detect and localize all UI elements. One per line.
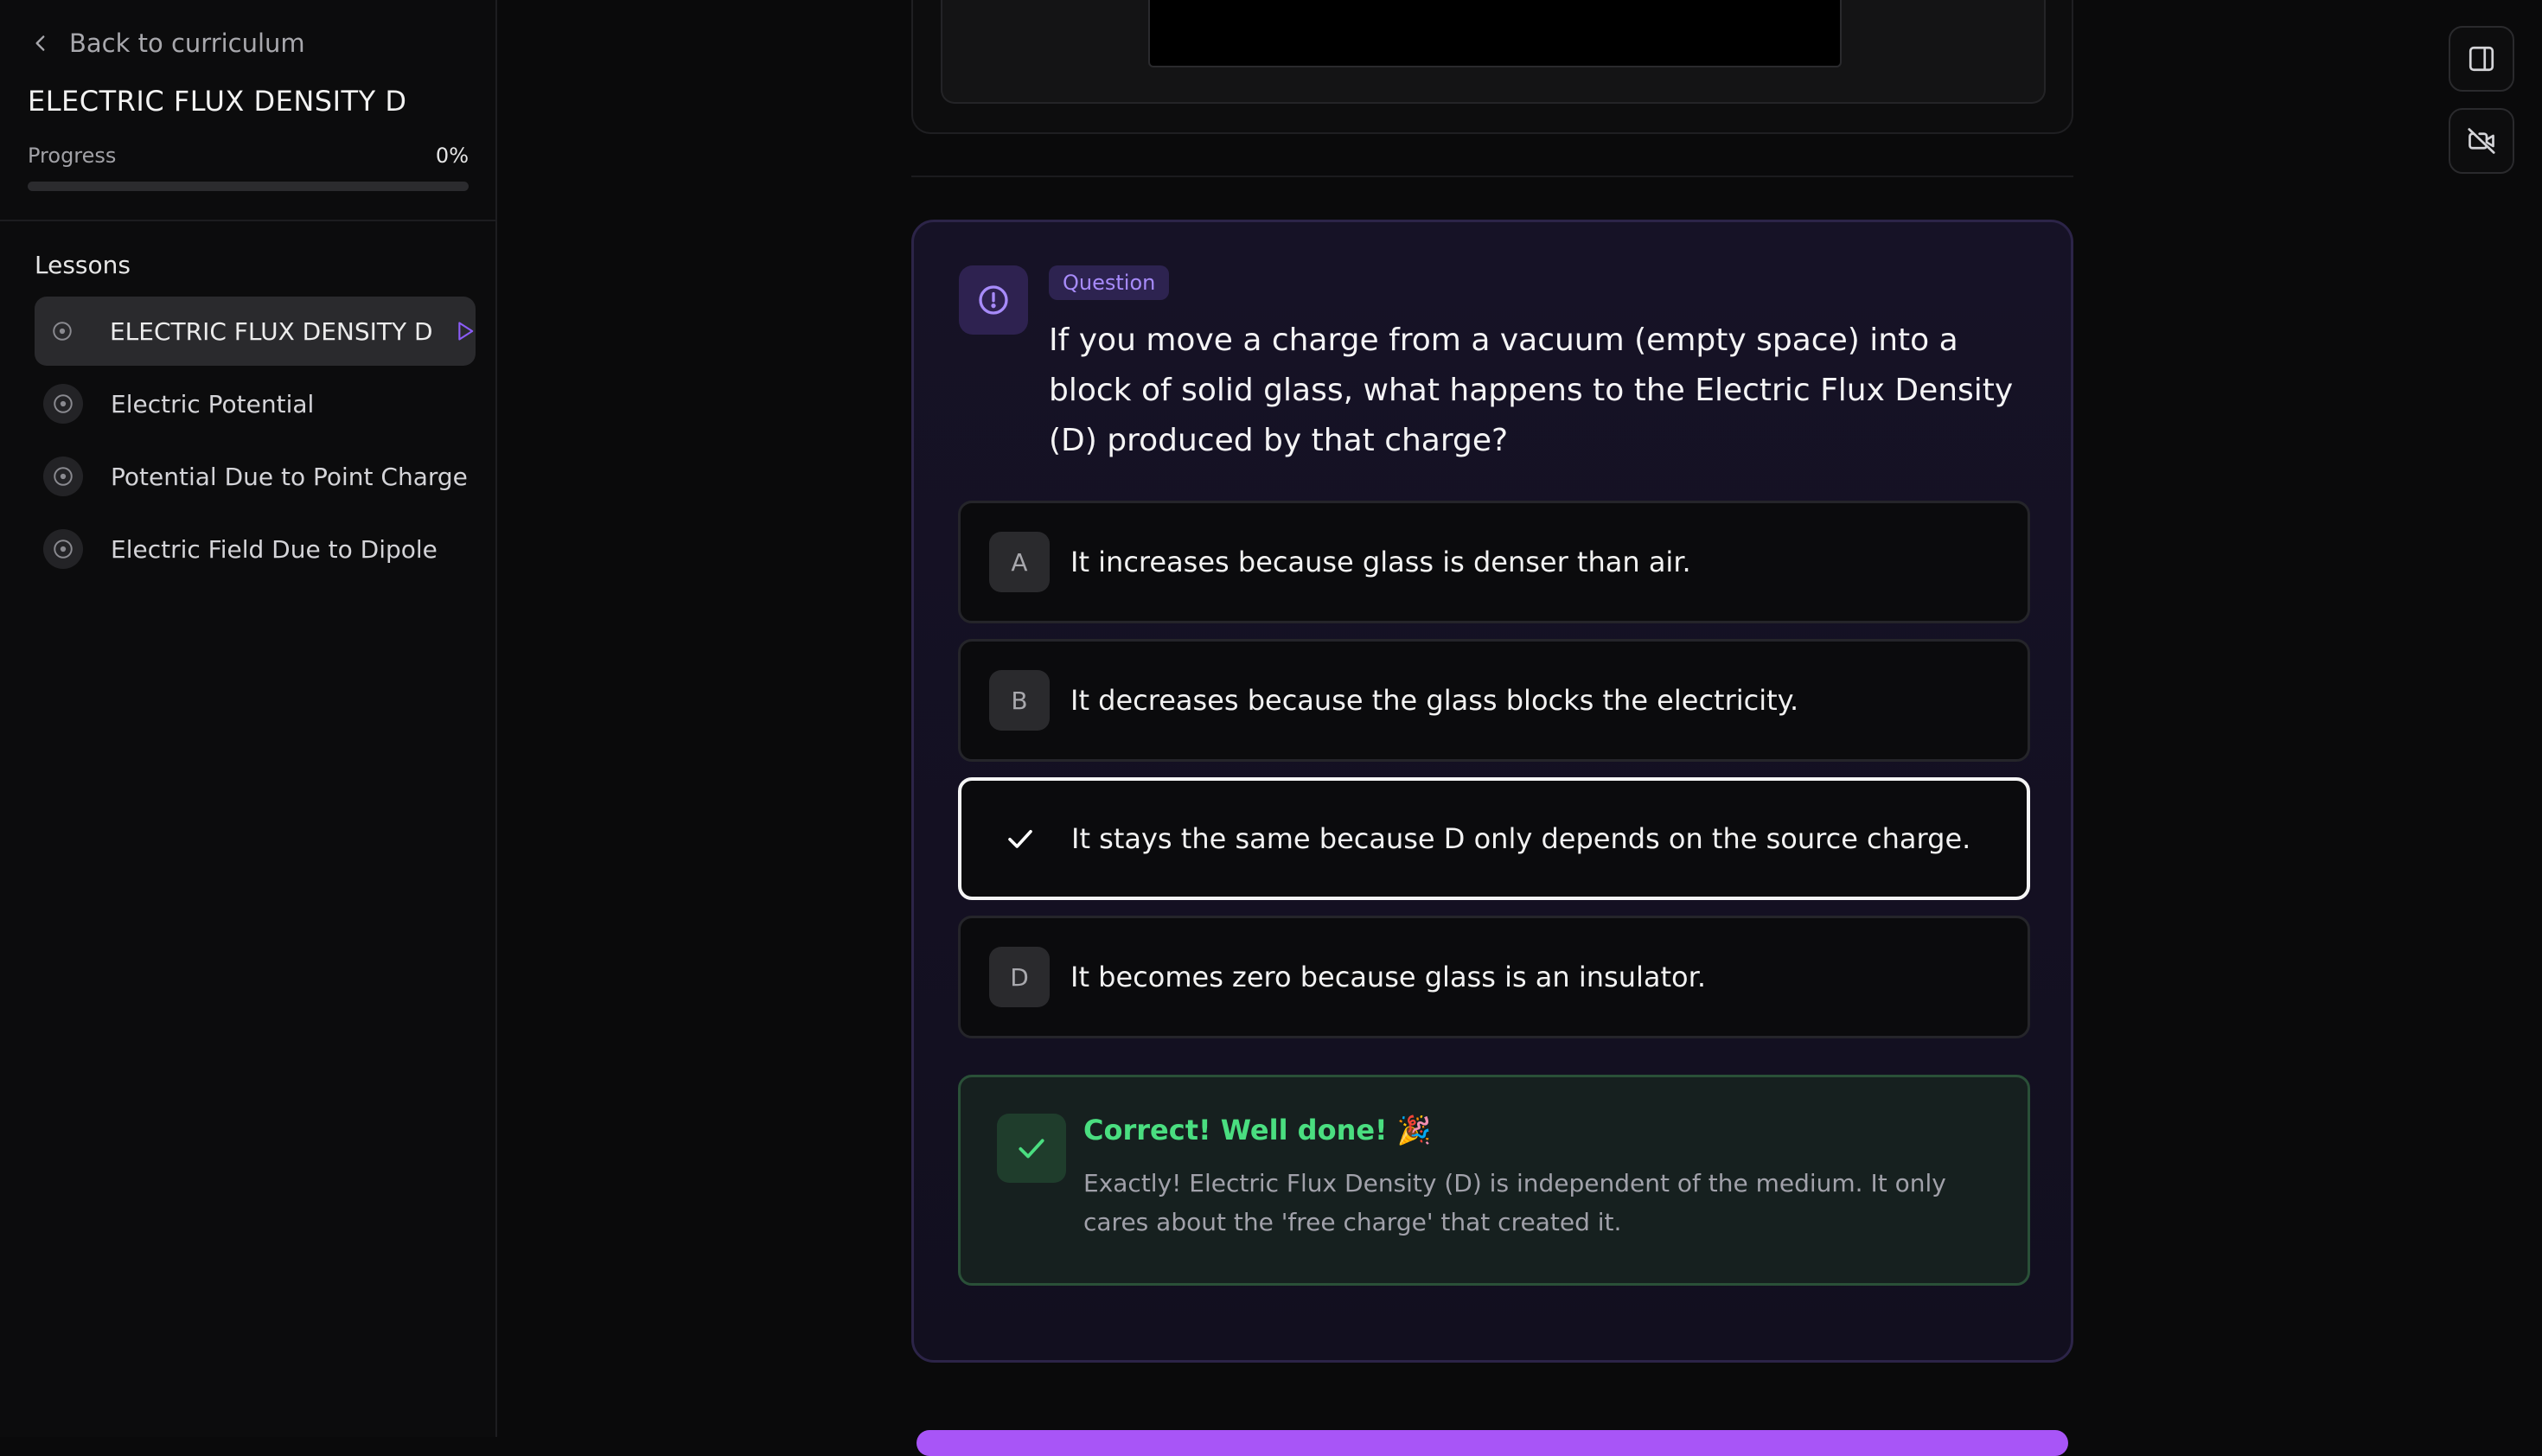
video-player[interactable] xyxy=(1148,0,1842,67)
field-lines-illustration xyxy=(1150,0,1842,67)
lesson-item-electric-field-due-to-dipole[interactable]: Electric Field Due to Dipole xyxy=(35,514,476,584)
lesson-label: ELECTRIC FLUX DENSITY D xyxy=(109,316,433,346)
lesson-item-electric-flux-density-d[interactable]: ELECTRIC FLUX DENSITY D xyxy=(35,297,476,366)
section-divider xyxy=(911,176,2073,177)
option-text: It increases because glass is denser tha… xyxy=(1070,546,1691,578)
answer-option-c[interactable]: It stays the same because D only depends… xyxy=(958,777,2030,900)
play-triangle-icon xyxy=(457,322,473,341)
sidebar: Back to curriculum ELECTRIC FLUX DENSITY… xyxy=(0,0,497,1437)
question-text: If you move a charge from a vacuum (empt… xyxy=(1049,322,2014,458)
video-frame xyxy=(941,0,2046,104)
progress-value: 0% xyxy=(435,144,469,168)
option-letter: B xyxy=(989,670,1050,731)
answer-option-a[interactable]: A It increases because glass is denser t… xyxy=(958,501,2030,623)
feedback-panel: Correct! Well done! 🎉 Exactly! Electric … xyxy=(958,1075,2030,1286)
check-icon xyxy=(990,808,1051,869)
target-circle-icon xyxy=(43,457,83,496)
toggle-panel-button[interactable] xyxy=(2449,26,2514,92)
question-card: Question If you move a charge from a vac… xyxy=(911,220,2073,1363)
lesson-label: Electric Potential xyxy=(111,389,315,418)
feedback-title: Correct! Well done! 🎉 xyxy=(1083,1114,1432,1146)
lessons-heading: Lessons xyxy=(35,251,131,279)
lesson-list: ELECTRIC FLUX DENSITY D Electric Potenti… xyxy=(35,297,476,587)
camera-toggle-button[interactable] xyxy=(2449,108,2514,174)
question-badge: Question xyxy=(1049,265,1170,300)
target-circle-icon xyxy=(43,384,83,424)
chevron-left-icon xyxy=(35,35,45,51)
course-title: ELECTRIC FLUX DENSITY D xyxy=(28,85,407,118)
option-text: It becomes zero because glass is an insu… xyxy=(1070,961,1706,993)
feedback-body: Exactly! Electric Flux Density (D) is in… xyxy=(1083,1169,1946,1236)
alert-circle-icon xyxy=(959,265,1028,335)
video-card xyxy=(911,0,2073,134)
check-icon xyxy=(997,1114,1066,1183)
back-to-curriculum-link[interactable]: Back to curriculum xyxy=(29,26,305,61)
option-letter: D xyxy=(989,947,1050,1007)
answer-option-b[interactable]: B It decreases because the glass blocks … xyxy=(958,639,2030,762)
target-circle-icon xyxy=(43,311,82,351)
sidebar-panel-icon xyxy=(2469,46,2494,72)
progress-bar xyxy=(28,182,469,191)
answer-option-d[interactable]: D It becomes zero because glass is an in… xyxy=(958,916,2030,1038)
progress-label: Progress xyxy=(28,144,117,168)
target-circle-icon xyxy=(43,529,83,569)
progress-row: Progress 0% xyxy=(28,144,469,168)
lesson-label: Potential Due to Point Charge xyxy=(111,462,468,491)
lesson-item-potential-due-to-point-charge[interactable]: Potential Due to Point Charge xyxy=(35,442,476,511)
answer-options: A It increases because glass is denser t… xyxy=(958,501,2030,1054)
lesson-label: Electric Field Due to Dipole xyxy=(111,534,438,564)
next-button[interactable] xyxy=(917,1430,2068,1456)
option-text: It stays the same because D only depends… xyxy=(1071,822,1971,855)
lesson-item-electric-potential[interactable]: Electric Potential xyxy=(35,369,476,438)
option-letter: A xyxy=(989,532,1050,592)
video-off-icon xyxy=(2468,128,2495,154)
option-text: It decreases because the glass blocks th… xyxy=(1070,684,1799,717)
sidebar-divider xyxy=(0,220,497,221)
back-link-label: Back to curriculum xyxy=(69,29,305,58)
